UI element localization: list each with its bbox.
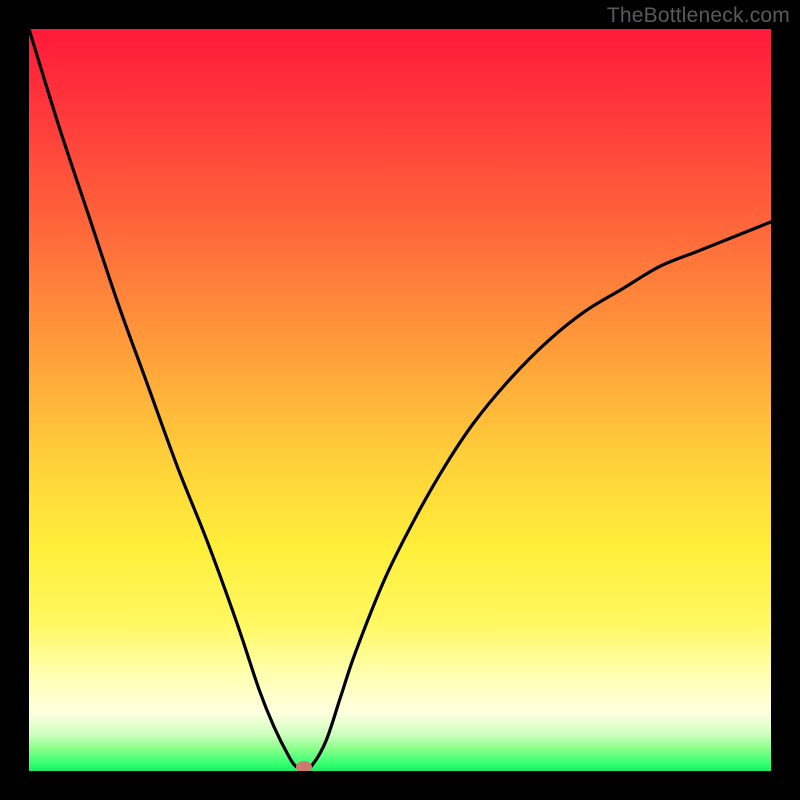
plot-area [29,29,771,771]
optimum-marker [296,761,312,771]
bottleneck-curve [29,29,771,771]
watermark-text: TheBottleneck.com [607,4,790,28]
chart-frame: TheBottleneck.com [0,0,800,800]
